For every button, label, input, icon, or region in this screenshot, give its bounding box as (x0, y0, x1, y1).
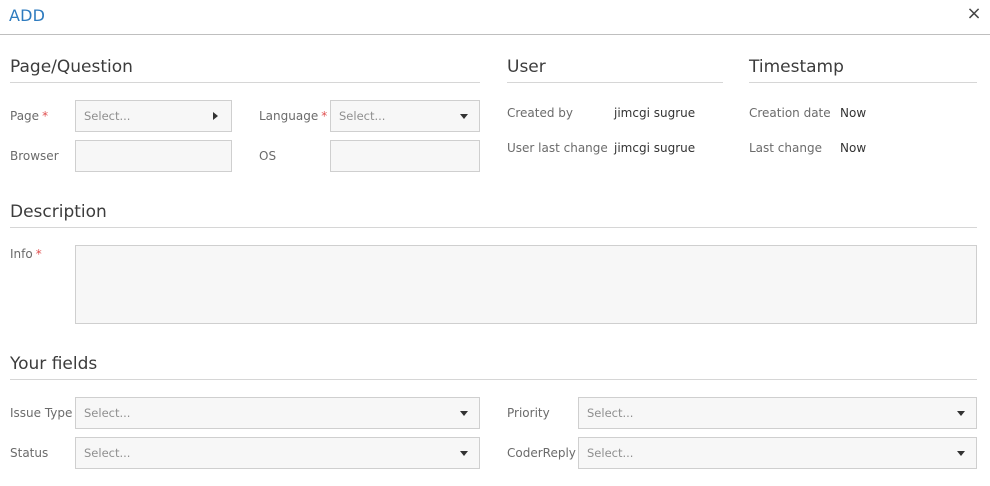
creation-date-value: Now (840, 106, 867, 120)
priority-label: Priority (507, 406, 550, 420)
required-mark: * (42, 109, 49, 123)
language-select[interactable]: Select... (330, 100, 480, 132)
section-title-timestamp: Timestamp (749, 57, 844, 77)
section-title-page-question: Page/Question (10, 57, 133, 77)
status-label: Status (10, 446, 49, 460)
coder-reply-placeholder: Select... (587, 446, 634, 460)
page-label: Page * (10, 109, 49, 123)
language-label: Language * (259, 109, 328, 123)
section-divider (507, 82, 723, 83)
page-select-placeholder: Select... (84, 109, 131, 123)
issue-type-label: Issue Type (10, 406, 73, 420)
chevron-down-icon (460, 451, 468, 456)
issue-type-placeholder: Select... (84, 406, 131, 420)
browser-label: Browser (10, 149, 59, 163)
created-by-value: jimcgi sugrue (614, 106, 696, 120)
section-divider (10, 227, 977, 228)
os-label: OS (259, 149, 277, 163)
modal-header: ADD × (0, 0, 990, 35)
section-divider (749, 82, 977, 83)
last-change-value: Now (840, 141, 867, 155)
chevron-down-icon (957, 451, 965, 456)
last-change-label: Last change (749, 141, 822, 155)
priority-placeholder: Select... (587, 406, 634, 420)
page-select[interactable]: Select... (75, 100, 232, 132)
creation-date-label: Creation date (749, 106, 831, 120)
browser-input[interactable] (75, 140, 232, 172)
coder-reply-label: CoderReply (507, 446, 576, 460)
issue-type-select[interactable]: Select... (75, 397, 480, 429)
priority-select[interactable]: Select... (578, 397, 977, 429)
modal-title: ADD (9, 6, 46, 25)
chevron-down-icon (460, 411, 468, 416)
section-title-description: Description (10, 202, 107, 222)
section-title-user: User (507, 57, 546, 77)
user-last-change-label: User last change (507, 141, 608, 155)
info-textarea[interactable] (75, 245, 977, 324)
os-input[interactable] (330, 140, 480, 172)
language-select-placeholder: Select... (339, 109, 386, 123)
coder-reply-select[interactable]: Select... (578, 437, 977, 469)
chevron-down-icon (460, 114, 468, 119)
required-mark: * (321, 109, 328, 123)
close-icon[interactable]: × (964, 4, 984, 24)
created-by-label: Created by (507, 106, 574, 120)
status-placeholder: Select... (84, 446, 131, 460)
section-title-your-fields: Your fields (10, 354, 98, 374)
user-last-change-value: jimcgi sugrue (614, 141, 696, 155)
chevron-down-icon (957, 411, 965, 416)
required-mark: * (35, 247, 42, 261)
info-label: Info * (10, 247, 42, 261)
caret-right-icon (213, 112, 218, 120)
section-divider (10, 379, 977, 380)
status-select[interactable]: Select... (75, 437, 480, 469)
section-divider (10, 82, 480, 83)
